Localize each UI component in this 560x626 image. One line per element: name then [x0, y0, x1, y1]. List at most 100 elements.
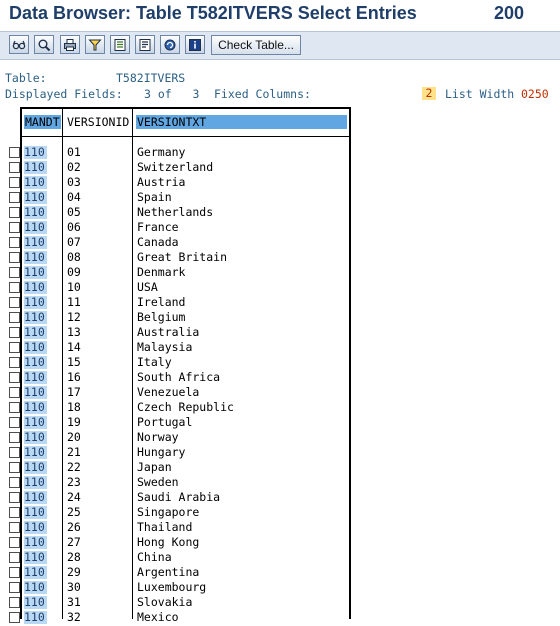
table-row[interactable]: 110 27 Hong Kong	[0, 536, 560, 551]
cell-versiontxt[interactable]: Italy	[137, 356, 172, 369]
cell-versiontxt[interactable]: Saudi Arabia	[137, 491, 220, 504]
cell-versiontxt[interactable]: Malaysia	[137, 341, 192, 354]
cell-mandt[interactable]: 110	[24, 431, 47, 444]
table-row[interactable]: 110 25 Singapore	[0, 506, 560, 521]
cell-mandt[interactable]: 110	[24, 296, 47, 309]
cell-versiontxt[interactable]: Ireland	[137, 296, 185, 309]
cell-mandt[interactable]: 110	[24, 461, 47, 474]
cell-mandt[interactable]: 110	[24, 326, 47, 339]
cell-versionid[interactable]: 15	[67, 356, 81, 369]
glasses-icon[interactable]	[9, 35, 29, 54]
cell-versionid[interactable]: 04	[67, 191, 81, 204]
cell-mandt[interactable]: 110	[24, 221, 47, 234]
row-select-checkbox[interactable]	[9, 252, 20, 263]
column-header-versiontxt[interactable]: VERSIONTXT	[137, 116, 206, 129]
cell-versionid[interactable]: 28	[67, 551, 81, 564]
table-row[interactable]: 110 21 Hungary	[0, 446, 560, 461]
layout-icon[interactable]	[135, 35, 155, 54]
row-select-checkbox[interactable]	[9, 507, 20, 518]
row-select-checkbox[interactable]	[9, 492, 20, 503]
table-row[interactable]: 110 28 China	[0, 551, 560, 566]
cell-mandt[interactable]: 110	[24, 491, 47, 504]
cell-mandt[interactable]: 110	[24, 281, 47, 294]
row-select-checkbox[interactable]	[9, 222, 20, 233]
cell-mandt[interactable]: 110	[24, 176, 47, 189]
cell-versionid[interactable]: 12	[67, 311, 81, 324]
cell-mandt[interactable]: 110	[24, 506, 47, 519]
cell-versiontxt[interactable]: Australia	[137, 326, 199, 339]
cell-versionid[interactable]: 07	[67, 236, 81, 249]
cell-mandt[interactable]: 110	[24, 206, 47, 219]
column-header-versionid[interactable]: VERSIONID	[67, 116, 129, 129]
table-row[interactable]: 110 10 USA	[0, 281, 560, 296]
cell-mandt[interactable]: 110	[24, 521, 47, 534]
printer-icon[interactable]	[60, 35, 80, 54]
magnifier-icon[interactable]	[34, 35, 54, 54]
table-row[interactable]: 110 24 Saudi Arabia	[0, 491, 560, 506]
row-select-checkbox[interactable]	[9, 372, 20, 383]
list-width-value[interactable]: 0250	[521, 87, 549, 101]
row-select-checkbox[interactable]	[9, 327, 20, 338]
cell-versiontxt[interactable]: Denmark	[137, 266, 185, 279]
cell-mandt[interactable]: 110	[24, 476, 47, 489]
cell-versionid[interactable]: 23	[67, 476, 81, 489]
row-select-checkbox[interactable]	[9, 447, 20, 458]
row-select-checkbox[interactable]	[9, 522, 20, 533]
cell-versionid[interactable]: 16	[67, 371, 81, 384]
row-select-checkbox[interactable]	[9, 582, 20, 593]
row-select-checkbox[interactable]	[9, 417, 20, 428]
cell-versiontxt[interactable]: Japan	[137, 461, 172, 474]
table-row[interactable]: 110 29 Argentina	[0, 566, 560, 581]
row-select-checkbox[interactable]	[9, 177, 20, 188]
cell-mandt[interactable]: 110	[24, 311, 47, 324]
cell-versionid[interactable]: 09	[67, 266, 81, 279]
row-select-checkbox[interactable]	[9, 237, 20, 248]
cell-versiontxt[interactable]: Spain	[137, 191, 172, 204]
table-row[interactable]: 110 31 Slovakia	[0, 596, 560, 611]
table-row[interactable]: 110 26 Thailand	[0, 521, 560, 536]
cell-mandt[interactable]: 110	[24, 551, 47, 564]
cell-versiontxt[interactable]: Singapore	[137, 506, 199, 519]
cell-mandt[interactable]: 110	[24, 341, 47, 354]
cell-versionid[interactable]: 32	[67, 611, 81, 624]
row-select-checkbox[interactable]	[9, 552, 20, 563]
cell-versionid[interactable]: 13	[67, 326, 81, 339]
cell-versionid[interactable]: 27	[67, 536, 81, 549]
cell-versiontxt[interactable]: Slovakia	[137, 596, 192, 609]
cell-mandt[interactable]: 110	[24, 596, 47, 609]
cell-versiontxt[interactable]: Sweden	[137, 476, 179, 489]
cell-mandt[interactable]: 110	[24, 581, 47, 594]
cell-versionid[interactable]: 31	[67, 596, 81, 609]
cell-versiontxt[interactable]: Germany	[137, 146, 185, 159]
cell-versiontxt[interactable]: Czech Republic	[137, 401, 234, 414]
row-select-checkbox[interactable]	[9, 207, 20, 218]
cell-versionid[interactable]: 11	[67, 296, 81, 309]
cell-versionid[interactable]: 25	[67, 506, 81, 519]
cell-mandt[interactable]: 110	[24, 401, 47, 414]
cell-mandt[interactable]: 110	[24, 191, 47, 204]
row-select-checkbox[interactable]	[9, 267, 20, 278]
row-select-checkbox[interactable]	[9, 612, 20, 623]
cell-versiontxt[interactable]: Mexico	[137, 611, 179, 624]
cell-versiontxt[interactable]: Great Britain	[137, 251, 227, 264]
table-row[interactable]: 110 08 Great Britain	[0, 251, 560, 266]
cell-versiontxt[interactable]: Portugal	[137, 416, 192, 429]
row-select-checkbox[interactable]	[9, 342, 20, 353]
table-row[interactable]: 110 22 Japan	[0, 461, 560, 476]
cell-mandt[interactable]: 110	[24, 386, 47, 399]
table-row[interactable]: 110 14 Malaysia	[0, 341, 560, 356]
row-select-checkbox[interactable]	[9, 297, 20, 308]
info-icon[interactable]	[185, 35, 205, 54]
row-select-checkbox[interactable]	[9, 567, 20, 578]
table-row[interactable]: 110 30 Luxembourg	[0, 581, 560, 596]
cell-versionid[interactable]: 21	[67, 446, 81, 459]
table-row[interactable]: 110 09 Denmark	[0, 266, 560, 281]
cell-versionid[interactable]: 02	[67, 161, 81, 174]
fixed-columns-value[interactable]: 2	[422, 87, 436, 100]
cell-versionid[interactable]: 20	[67, 431, 81, 444]
cell-mandt[interactable]: 110	[24, 611, 47, 624]
cell-versionid[interactable]: 06	[67, 221, 81, 234]
cell-mandt[interactable]: 110	[24, 566, 47, 579]
row-select-checkbox[interactable]	[9, 162, 20, 173]
cell-versionid[interactable]: 29	[67, 566, 81, 579]
